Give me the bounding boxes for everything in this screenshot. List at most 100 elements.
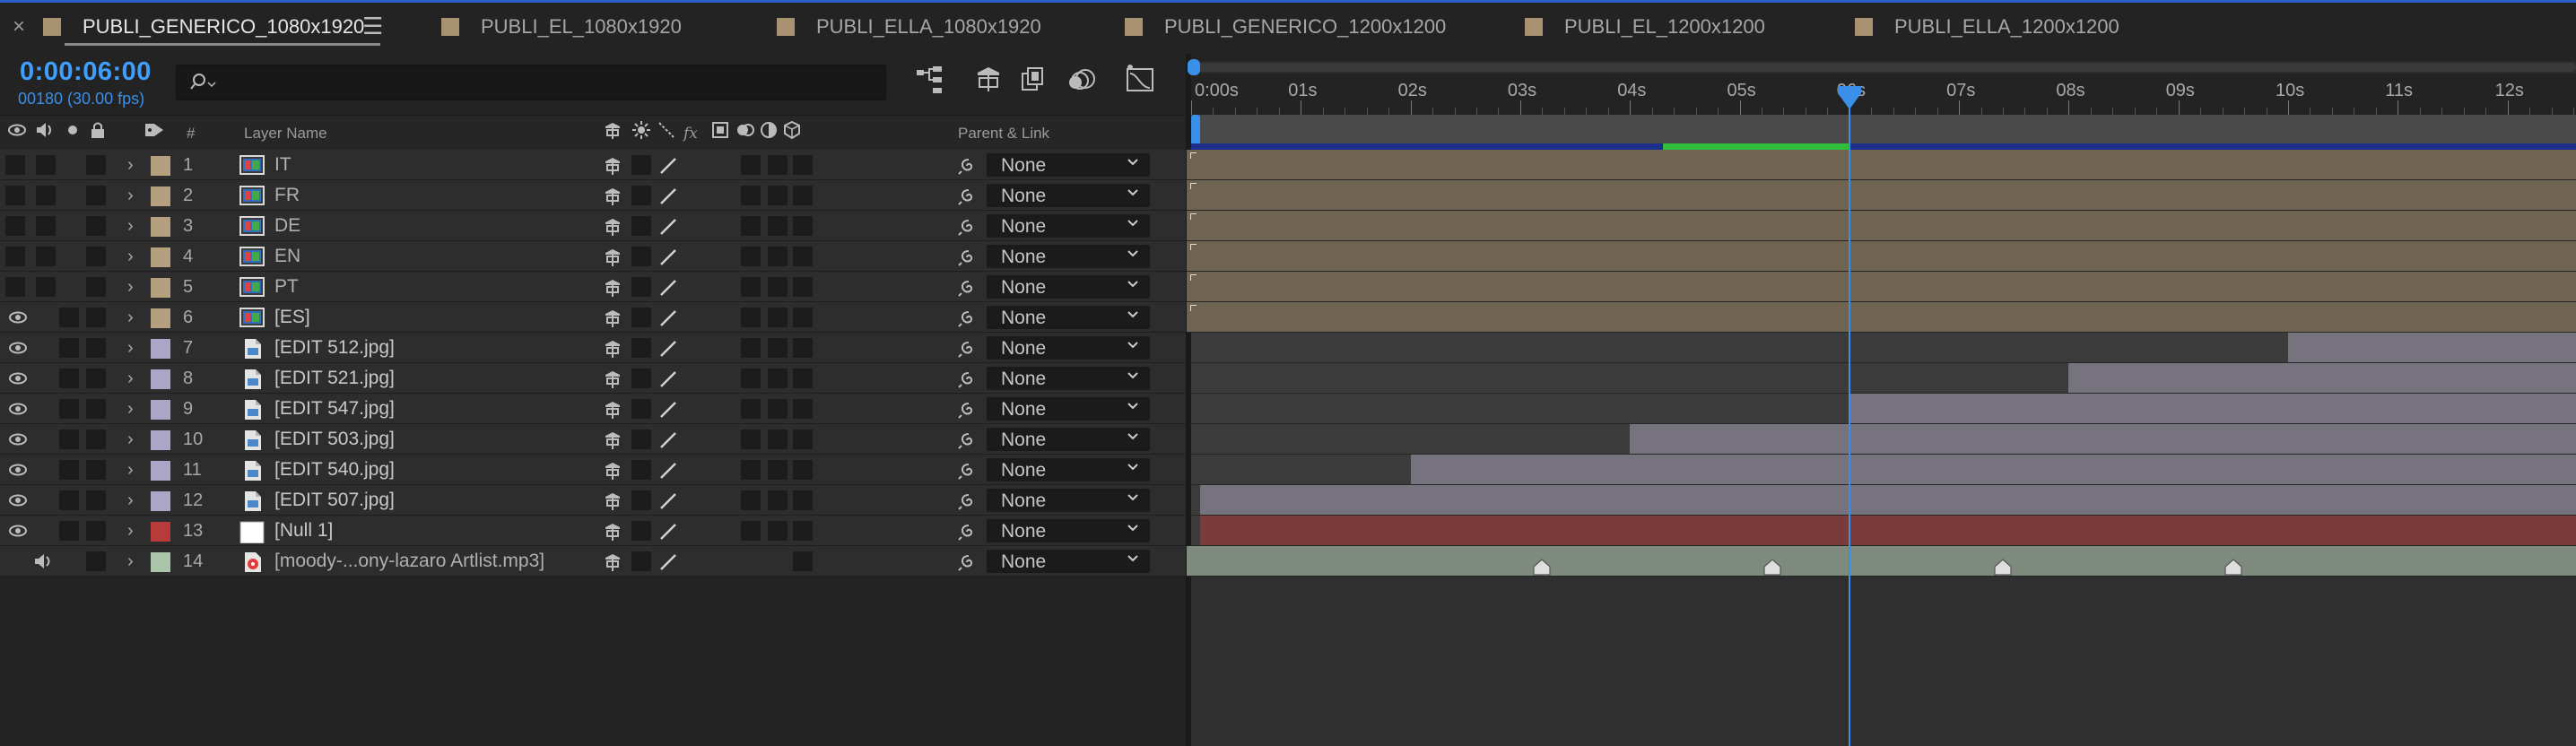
layer-switch-box[interactable]	[793, 308, 813, 327]
expand-chevron-icon[interactable]: ›	[127, 521, 134, 542]
audio-switch-empty[interactable]	[59, 521, 79, 541]
tab-0[interactable]: PUBLI_GENERICO_1080x1920	[43, 0, 364, 54]
fx-switch[interactable]	[714, 338, 734, 358]
layer-row[interactable]: › 9 [EDIT 547.jpg] None	[0, 394, 1186, 424]
layer-duration-bar[interactable]	[2068, 363, 2576, 394]
solo-switch[interactable]	[86, 460, 106, 480]
fx-switch[interactable]	[714, 308, 734, 327]
layer-switch-box[interactable]	[768, 551, 788, 571]
fx-switch[interactable]	[714, 186, 734, 205]
video-switch-empty[interactable]	[5, 186, 25, 205]
audio-keyframe-icon[interactable]	[1532, 558, 1552, 576]
quality-switch-icon[interactable]	[658, 522, 678, 542]
layer-switch-box[interactable]	[768, 186, 788, 205]
fx-switch[interactable]	[714, 247, 734, 266]
audio-keyframe-icon[interactable]	[1762, 558, 1782, 576]
layer-duration-bar[interactable]	[1187, 546, 2576, 577]
shy-switch-icon[interactable]	[603, 400, 622, 420]
solo-switch[interactable]	[86, 247, 106, 266]
expand-chevron-icon[interactable]: ›	[127, 490, 134, 511]
label-color-swatch[interactable]	[151, 278, 170, 298]
quality-switch-icon[interactable]	[658, 430, 678, 450]
expand-chevron-icon[interactable]: ›	[127, 277, 134, 298]
layer-name[interactable]: [ES]	[274, 307, 310, 328]
label-color-swatch[interactable]	[151, 186, 170, 206]
audio-switch-empty[interactable]	[59, 429, 79, 449]
layer-row[interactable]: › 4 EN None	[0, 241, 1186, 272]
layer-switch-box[interactable]	[793, 460, 813, 480]
layer-row[interactable]: › 6 [ES] None	[0, 302, 1186, 333]
expand-chevron-icon[interactable]: ›	[127, 369, 134, 389]
layer-name[interactable]: [moody-...ony-lazaro Artlist.mp3]	[274, 551, 544, 572]
layer-switch-box[interactable]	[793, 551, 813, 571]
layer-switch-box[interactable]	[741, 369, 761, 388]
layer-row[interactable]: › 12 [EDIT 507.jpg] None	[0, 485, 1186, 516]
layer-switch-box[interactable]	[793, 399, 813, 419]
collapse-switch[interactable]	[631, 460, 651, 480]
collapse-switch[interactable]	[631, 277, 651, 297]
layer-switch-box[interactable]	[741, 308, 761, 327]
parent-link-column-header[interactable]: Parent & Link	[958, 125, 1049, 143]
shy-switch-icon[interactable]	[603, 308, 622, 328]
fx-switch[interactable]	[714, 429, 734, 449]
layer-name[interactable]: [Null 1]	[274, 520, 333, 542]
video-visibility-eye-icon[interactable]	[8, 463, 28, 477]
layer-row[interactable]: › 5 PT None	[0, 272, 1186, 302]
layer-row[interactable]: › 2 FR None	[0, 180, 1186, 211]
frame-blending-icon[interactable]	[1019, 65, 1051, 95]
solo-switch[interactable]	[86, 369, 106, 388]
layer-duration-bar[interactable]	[1849, 394, 2576, 424]
shy-switch-icon[interactable]	[603, 278, 622, 298]
expand-chevron-icon[interactable]: ›	[127, 186, 134, 206]
label-color-swatch[interactable]	[151, 491, 170, 511]
layer-name[interactable]: PT	[274, 276, 299, 298]
parent-pick-whip-icon[interactable]	[957, 491, 980, 511]
parent-pick-whip-icon[interactable]	[957, 522, 980, 542]
layer-duration-bar[interactable]	[1187, 150, 2576, 180]
quality-switch-icon[interactable]	[658, 461, 678, 481]
layer-name[interactable]: [EDIT 540.jpg]	[274, 459, 395, 481]
parent-pick-whip-icon[interactable]	[957, 247, 980, 267]
collapse-switch[interactable]	[631, 521, 651, 541]
fx-switch[interactable]	[714, 399, 734, 419]
shy-switch-icon[interactable]	[603, 247, 622, 267]
parent-pick-whip-icon[interactable]	[957, 369, 980, 389]
expand-chevron-icon[interactable]: ›	[127, 399, 134, 420]
label-color-swatch[interactable]	[151, 369, 170, 389]
collapse-switch[interactable]	[631, 490, 651, 510]
layer-name[interactable]: [EDIT 503.jpg]	[274, 429, 395, 450]
video-visibility-eye-icon[interactable]	[8, 310, 28, 325]
layer-switch-box[interactable]	[768, 308, 788, 327]
layer-switch-box[interactable]	[741, 460, 761, 480]
shy-switch-icon[interactable]	[603, 339, 622, 359]
layer-switch-box[interactable]	[741, 155, 761, 175]
layer-row[interactable]: › 8 [EDIT 521.jpg] None	[0, 363, 1186, 394]
layer-name[interactable]: FR	[274, 185, 300, 206]
layer-duration-bar[interactable]	[1200, 516, 2576, 546]
layer-row[interactable]: › 1 IT None	[0, 150, 1186, 180]
audio-switch-empty[interactable]	[59, 460, 79, 480]
label-color-swatch[interactable]	[151, 430, 170, 450]
parent-pick-whip-icon[interactable]	[957, 186, 980, 206]
layer-duration-bar[interactable]	[1200, 485, 2576, 516]
layer-name[interactable]: [EDIT 547.jpg]	[274, 398, 395, 420]
shy-switch-icon[interactable]	[603, 552, 622, 572]
layer-switch-box[interactable]	[741, 338, 761, 358]
audio-switch-empty[interactable]	[36, 247, 56, 266]
expand-chevron-icon[interactable]: ›	[127, 551, 134, 572]
layer-switch-box[interactable]	[793, 277, 813, 297]
layer-duration-bar[interactable]	[2288, 333, 2576, 363]
layer-switch-box[interactable]	[793, 369, 813, 388]
quality-switch-icon[interactable]	[658, 247, 678, 267]
layer-switch-box[interactable]	[793, 216, 813, 236]
collapse-switch[interactable]	[631, 338, 651, 358]
solo-switch[interactable]	[86, 551, 106, 571]
layer-switch-box[interactable]	[768, 490, 788, 510]
layer-row[interactable]: › 7 [EDIT 512.jpg] None	[0, 333, 1186, 363]
layer-switch-box[interactable]	[793, 338, 813, 358]
quality-switch-icon[interactable]	[658, 186, 678, 206]
solo-switch[interactable]	[86, 216, 106, 236]
layer-switch-box[interactable]	[741, 216, 761, 236]
parent-pick-whip-icon[interactable]	[957, 339, 980, 359]
layer-duration-bar[interactable]	[1630, 424, 2576, 455]
